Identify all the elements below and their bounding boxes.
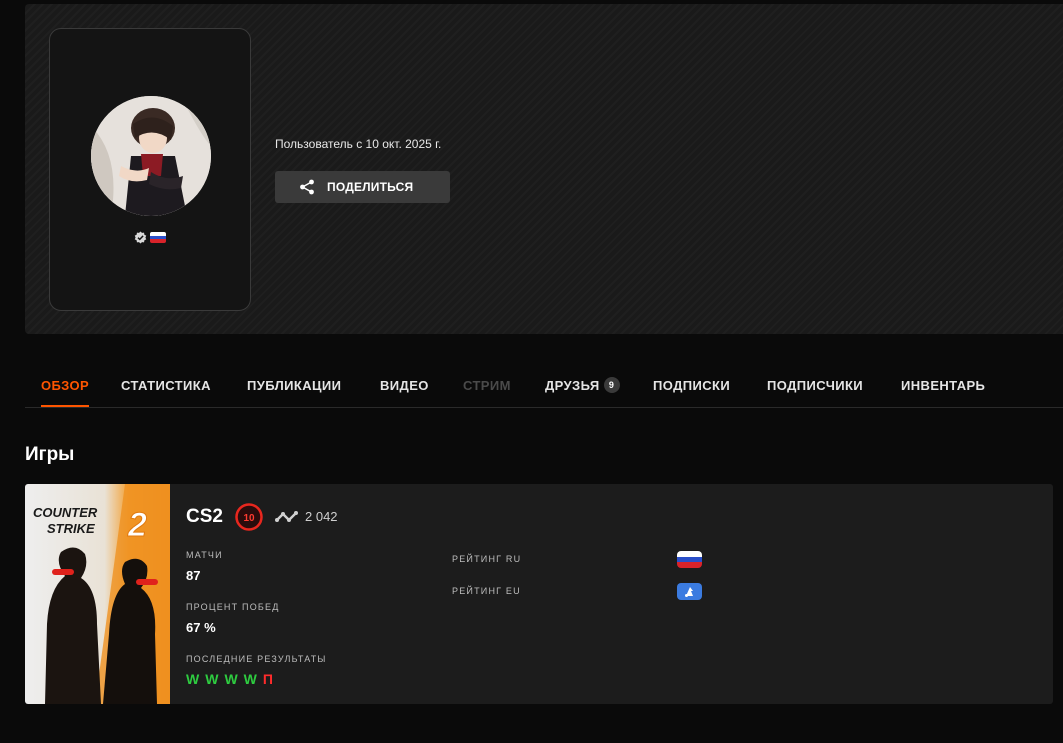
tab-stream: СТРИМ [463,378,511,407]
verified-icon [134,231,147,244]
ru-flag-icon [150,232,166,243]
tab-inventory[interactable]: ИНВЕНТАРЬ [901,378,985,407]
cover-title-line2: STRIKE [47,521,95,536]
game-card-cs2[interactable]: COUNTER STRIKE 2 CS2 10 2 042 МАТЧИ 87 П… [25,484,1053,704]
tab-subscriptions[interactable]: ПОДПИСКИ [653,378,730,407]
matches-value: 87 [186,568,201,583]
games-section-title: Игры [25,444,75,465]
tab-friends-label: ДРУЗЬЯ [545,378,600,393]
tab-stream-label: СТРИМ [463,378,511,393]
result-item: W [243,671,259,687]
friends-count-badge: 9 [603,377,620,393]
tab-overview-label: ОБЗОР [41,378,90,393]
tab-statistics[interactable]: СТАТИСТИКА [121,378,211,407]
rating-ru-label: РЕЙТИНГ RU [452,554,522,564]
result-item: W [186,671,202,687]
tab-publications[interactable]: ПУБЛИКАЦИИ [247,378,341,407]
tab-subscriptions-label: ПОДПИСКИ [653,378,731,393]
level-icon: 10 [235,503,263,531]
elo-icon [275,511,298,522]
result-item: П [262,671,275,687]
tab-subscribers-label: ПОДПИСЧИКИ [767,378,864,393]
member-since: Пользователь с 10 окт. 2025 г. [275,137,442,151]
avatar[interactable] [91,96,211,216]
recent-results-label: ПОСЛЕДНИЕ РЕЗУЛЬТАТЫ [186,654,327,664]
winrate-label: ПРОЦЕНТ ПОБЕД [186,602,280,612]
tab-friends[interactable]: ДРУЗЬЯ 9 [545,377,620,407]
tab-subscribers[interactable]: ПОДПИСЧИКИ [767,378,863,407]
winrate-value: 67 % [186,620,216,635]
matches-label: МАТЧИ [186,550,223,560]
cover-title-line1: COUNTER [33,505,98,520]
tab-inventory-label: ИНВЕНТАРЬ [901,378,986,393]
result-item: W [205,671,221,687]
game-name: CS2 [186,506,223,527]
share-button[interactable]: ПОДЕЛИТЬСЯ [275,171,450,203]
ru-flag-icon [677,551,702,568]
elo-value: 2 042 [305,509,338,524]
avatar-card [49,28,251,311]
tab-videos[interactable]: ВИДЕО [380,378,429,407]
profile-badges [134,231,166,244]
rating-eu-label: РЕЙТИНГ EU [452,586,521,596]
cover-number: 2 [127,506,147,544]
tab-videos-label: ВИДЕО [380,378,429,393]
tab-statistics-label: СТАТИСТИКА [121,378,211,393]
result-item: W [224,671,240,687]
tab-publications-label: ПУБЛИКАЦИИ [247,378,342,393]
share-button-label: ПОДЕЛИТЬСЯ [327,180,414,194]
tab-overview[interactable]: ОБЗОР [41,378,90,407]
share-icon [300,179,314,195]
level-value: 10 [243,513,255,524]
profile-tabs: ОБЗОР СТАТИСТИКА ПУБЛИКАЦИИ ВИДЕО СТРИМ … [25,366,1063,408]
eu-flag-icon [677,583,702,600]
recent-results: W W W W П [186,671,275,687]
game-cover: COUNTER STRIKE 2 [25,484,170,704]
